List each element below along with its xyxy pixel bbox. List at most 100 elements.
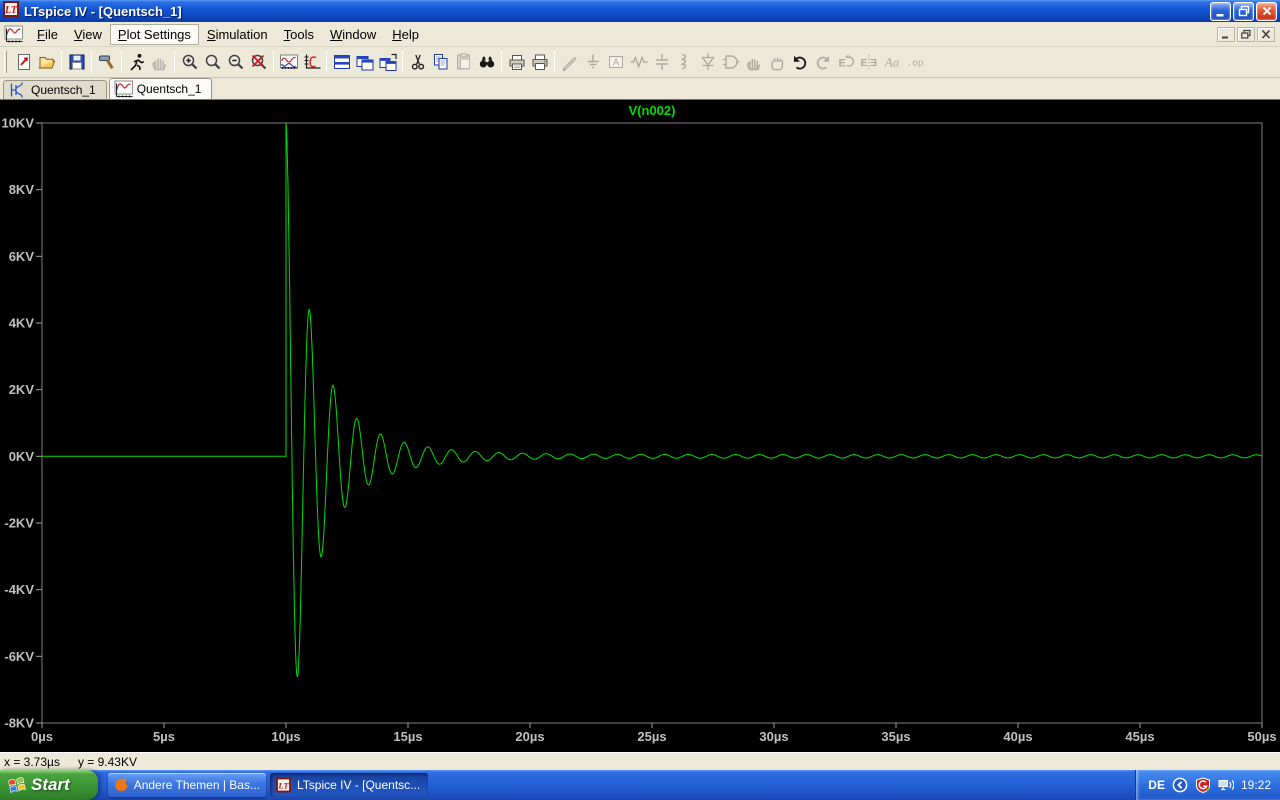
redo-icon xyxy=(813,52,833,72)
start-button[interactable]: Start xyxy=(0,770,98,800)
tab-schematic-icon xyxy=(8,81,27,99)
y-tick-label: -4KV xyxy=(4,582,34,597)
ground-button xyxy=(581,50,604,74)
svg-text:Ǝ: Ǝ xyxy=(870,57,877,69)
plot-settings-button[interactable] xyxy=(300,50,323,74)
menu-window[interactable]: Window xyxy=(322,24,384,45)
zoom-full-extents-button[interactable] xyxy=(247,50,270,74)
tab-label: Quentsch_1 xyxy=(31,83,96,97)
minimize-button[interactable] xyxy=(1210,2,1231,21)
find-icon xyxy=(477,52,497,72)
toolbar-separator xyxy=(554,51,555,73)
plot-background[interactable] xyxy=(0,100,1280,752)
rotate-icon: E xyxy=(836,52,856,72)
x-tick-label: 5µs xyxy=(153,729,175,744)
control-panel-button[interactable] xyxy=(95,50,118,74)
hide-icons-chevron-icon xyxy=(1172,777,1188,793)
new-schematic-button[interactable] xyxy=(12,50,35,74)
x-tick-label: 40µs xyxy=(1003,729,1032,744)
wire-button xyxy=(558,50,581,74)
svg-text:Aa: Aa xyxy=(883,55,899,70)
mdi-close-button[interactable] xyxy=(1257,27,1275,42)
menu-items: FileViewPlot SettingsSimulationToolsWind… xyxy=(29,24,427,45)
zoom-out-button[interactable] xyxy=(224,50,247,74)
mirror-icon: EƎ xyxy=(859,52,879,72)
diode-button xyxy=(696,50,719,74)
autorange-y-button[interactable] xyxy=(277,50,300,74)
menu-tools[interactable]: Tools xyxy=(276,24,322,45)
app-firefox-icon xyxy=(114,777,129,793)
svg-text:E: E xyxy=(838,58,845,70)
menu-plot-settings[interactable]: Plot Settings xyxy=(110,24,199,45)
svg-text:LT: LT xyxy=(4,5,18,16)
cut-button[interactable] xyxy=(406,50,429,74)
waveform-plot-pane[interactable]: V(n002)10KV8KV6KV4KV2KV0KV-2KV-4KV-6KV-8… xyxy=(0,100,1280,752)
network-volume-icon[interactable] xyxy=(1218,777,1234,793)
undo-button[interactable] xyxy=(788,50,811,74)
mdi-minimize-button[interactable] xyxy=(1217,27,1235,42)
win-flag-icon xyxy=(7,775,27,795)
component-button xyxy=(719,50,742,74)
control-panel-icon xyxy=(97,52,117,72)
new-schematic-icon xyxy=(14,52,34,72)
language-indicator[interactable]: DE xyxy=(1148,778,1165,792)
tab-waveform-quentsch_1[interactable]: Quentsch_1 xyxy=(109,78,213,99)
waveform-plot[interactable]: V(n002)10KV8KV6KV4KV2KV0KV-2KV-4KV-6KV-8… xyxy=(0,100,1280,752)
save-icon xyxy=(67,52,87,72)
restore-button[interactable] xyxy=(1233,2,1254,21)
zoom-back-button[interactable] xyxy=(201,50,224,74)
tab-schematic-quentsch_1[interactable]: Quentsch_1 xyxy=(3,80,107,99)
net-label-icon: A xyxy=(606,52,626,72)
capacitor-button xyxy=(650,50,673,74)
toolbar-grip[interactable] xyxy=(4,51,7,73)
restore-icon xyxy=(1237,4,1251,18)
print-button[interactable] xyxy=(528,50,551,74)
open-button[interactable] xyxy=(35,50,58,74)
menu-help[interactable]: Help xyxy=(384,24,427,45)
menu-view[interactable]: View xyxy=(66,24,110,45)
system-tray: DE 19:22 xyxy=(1135,770,1280,800)
toolbar-separator xyxy=(402,51,403,73)
run-icon xyxy=(127,52,147,72)
minimize-icon xyxy=(1214,4,1228,18)
print-preview-button[interactable] xyxy=(505,50,528,74)
toolbar-separator xyxy=(273,51,274,73)
taskbar: Start Andere Themen | Bas...LTLTspice IV… xyxy=(0,770,1280,800)
tab-label: Quentsch_1 xyxy=(137,82,202,96)
restore-icon xyxy=(1240,29,1252,40)
zoom-in-icon xyxy=(180,52,200,72)
toolbar-separator xyxy=(91,51,92,73)
cascade-windows-button[interactable] xyxy=(353,50,376,74)
toolbar-separator xyxy=(174,51,175,73)
plot-title: V(n002) xyxy=(629,103,676,118)
window-title: LTspice IV - [Quentsch_1] xyxy=(24,4,1208,19)
mirror-button: EƎ xyxy=(857,50,880,74)
y-tick-label: 0KV xyxy=(9,449,35,464)
y-tick-label: 10KV xyxy=(1,116,34,131)
title-bar[interactable]: LT LTspice IV - [Quentsch_1] xyxy=(0,0,1280,22)
find-button[interactable] xyxy=(475,50,498,74)
run-button[interactable] xyxy=(125,50,148,74)
halt-icon xyxy=(150,52,170,72)
menu-simulation[interactable]: Simulation xyxy=(199,24,276,45)
close-button[interactable] xyxy=(1256,2,1277,21)
mdi-restore-button[interactable] xyxy=(1237,27,1255,42)
x-tick-label: 45µs xyxy=(1125,729,1154,744)
redo-button xyxy=(811,50,834,74)
hide-icons-chevron-icon[interactable] xyxy=(1172,777,1188,793)
taskbar-task-firefox[interactable]: Andere Themen | Bas... xyxy=(108,773,266,797)
y-tick-label: -6KV xyxy=(4,649,34,664)
arrange-windows-button[interactable] xyxy=(376,50,399,74)
menu-file[interactable]: File xyxy=(29,24,66,45)
x-tick-label: 25µs xyxy=(637,729,666,744)
cursor-y-readout: y = 9.43KV xyxy=(78,755,137,769)
toolbar-separator xyxy=(61,51,62,73)
halt-button xyxy=(148,50,171,74)
tile-windows-button[interactable] xyxy=(330,50,353,74)
minimize-icon xyxy=(1220,29,1232,40)
copy-button[interactable] xyxy=(429,50,452,74)
save-button[interactable] xyxy=(65,50,88,74)
zoom-in-button[interactable] xyxy=(178,50,201,74)
taskbar-task-ltspice[interactable]: LTLTspice IV - [Quentsc... xyxy=(270,773,428,797)
gdata-antivirus-icon[interactable] xyxy=(1195,777,1211,793)
